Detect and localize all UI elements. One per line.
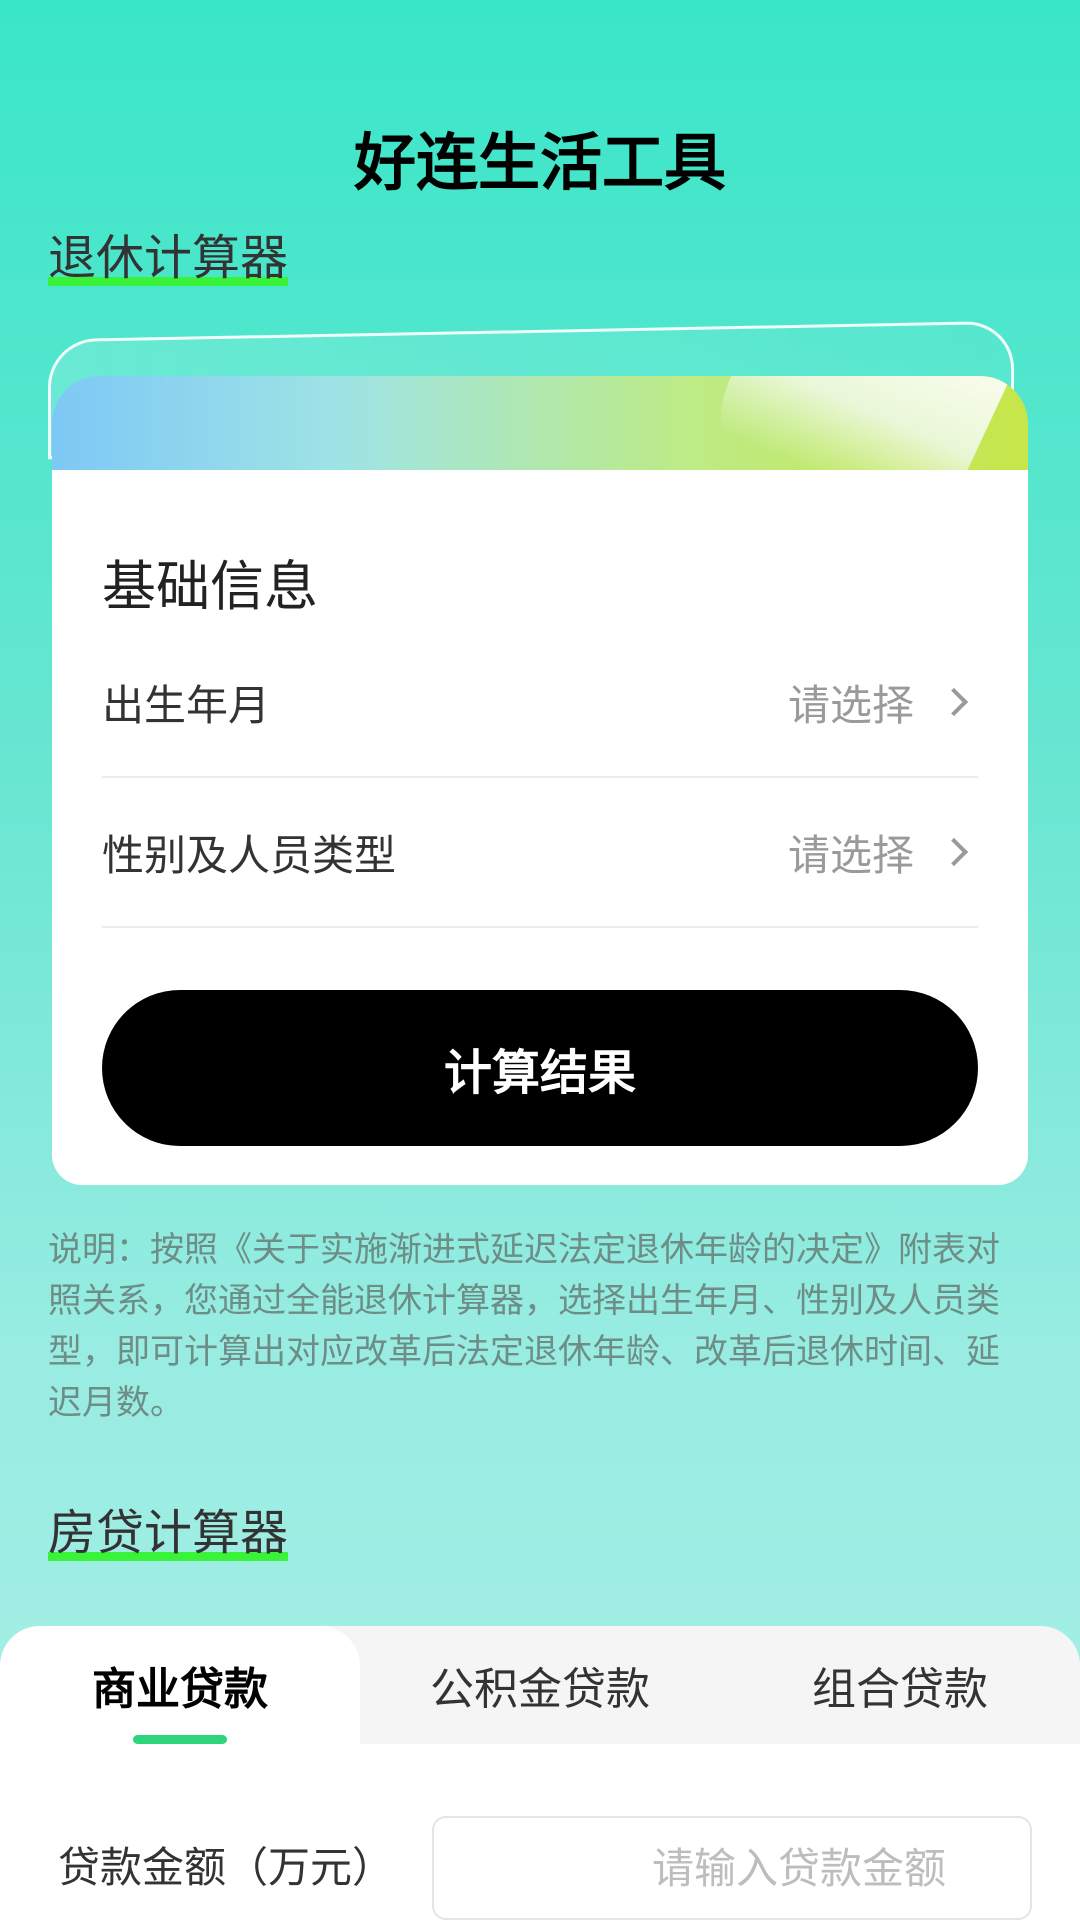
birth-date-picker[interactable]: 请选择: [788, 672, 978, 733]
retirement-note: 说明：按照《关于实施渐进式延迟法定退休年龄的决定》附表对照关系，您通过全能退休计…: [48, 1230, 1000, 1423]
tab-provident-fund-loan[interactable]: 公积金贷款: [360, 1626, 720, 1744]
mortgage-panel: 商业贷款 公积金贷款 组合贷款 贷款金额（万元）: [0, 1626, 1080, 1920]
tab-provident-fund-loan-label: 公积金贷款: [430, 1664, 650, 1715]
retirement-card: 基础信息 出生年月 请选择 性别及人员类型 请选择 计算结果: [52, 470, 1028, 1185]
loan-amount-input[interactable]: [432, 1816, 1032, 1920]
birth-date-value: 请选择: [787, 680, 914, 730]
birth-date-row[interactable]: 出生年月 请选择: [102, 628, 978, 778]
tab-combined-loan-label: 组合贷款: [812, 1664, 988, 1715]
loan-amount-row: 贷款金额（万元）: [0, 1816, 1080, 1920]
page-curl-decoration: [684, 376, 1012, 476]
active-tab-indicator: [133, 1735, 227, 1744]
gender-type-picker[interactable]: 请选择: [788, 822, 978, 883]
mortgage-section-title: 房贷计算器: [48, 1493, 289, 1563]
retirement-section-title: 退休计算器: [48, 218, 289, 288]
tab-commercial-loan[interactable]: 商业贷款: [0, 1626, 360, 1744]
page-title: 好连生活工具: [353, 126, 726, 199]
tab-commercial-loan-label: 商业贷款: [92, 1664, 268, 1715]
loan-type-tabs: 商业贷款 公积金贷款 组合贷款: [0, 1626, 1080, 1744]
birth-date-label: 出生年月: [102, 680, 271, 730]
card-header-decoration: [52, 376, 1028, 476]
gender-type-value: 请选择: [787, 830, 914, 880]
gender-type-label: 性别及人员类型: [102, 830, 397, 880]
gender-type-row[interactable]: 性别及人员类型 请选择: [102, 778, 978, 928]
mortgage-section-label: 房贷计算器: [48, 1505, 289, 1561]
card-title: 基础信息: [102, 555, 318, 618]
tab-combined-loan[interactable]: 组合贷款: [720, 1626, 1080, 1744]
chevron-right-icon: [939, 837, 969, 867]
calculate-button[interactable]: 计算结果: [102, 990, 978, 1146]
loan-amount-label: 贷款金额（万元）: [58, 1843, 395, 1892]
chevron-right-icon: [939, 687, 969, 717]
retirement-section-label: 退休计算器: [48, 230, 289, 286]
